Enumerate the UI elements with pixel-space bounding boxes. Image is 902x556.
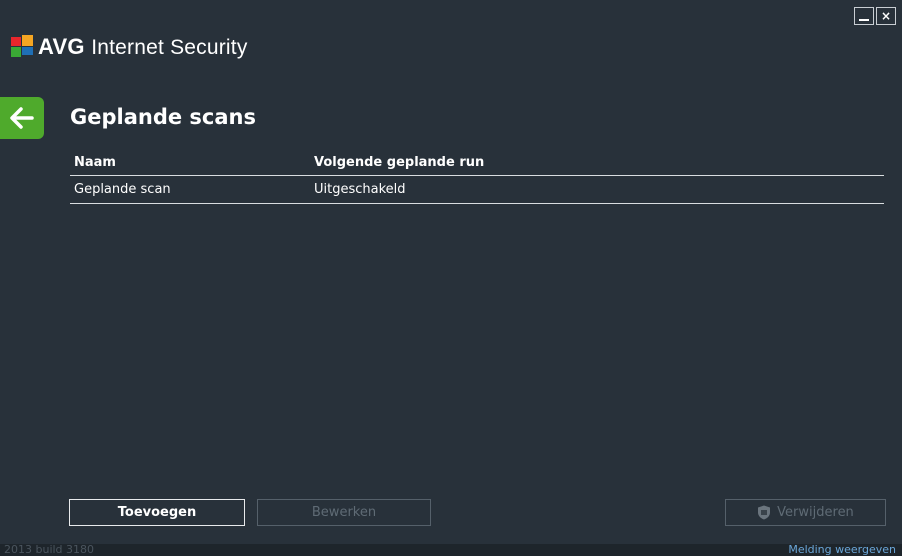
add-button[interactable]: Toevoegen <box>69 499 245 526</box>
page-title: Geplande scans <box>70 105 256 129</box>
table-row[interactable]: Geplande scan Uitgeschakeld <box>70 176 884 204</box>
scheduled-scans-table: Naam Volgende geplande run Geplande scan… <box>70 149 884 204</box>
cell-scan-name: Geplande scan <box>74 182 171 197</box>
close-icon: × <box>880 9 892 23</box>
close-button[interactable]: × <box>876 7 896 25</box>
column-header-next-run[interactable]: Volgende geplande run <box>314 155 884 170</box>
shield-icon <box>758 505 771 520</box>
app-brand: AVG <box>38 34 85 59</box>
delete-button-label: Verwijderen <box>777 505 854 520</box>
table-header: Naam Volgende geplande run <box>70 149 884 176</box>
minimize-icon <box>859 19 869 21</box>
app-title: AVG Internet Security <box>38 34 248 60</box>
app-product-name: Internet Security <box>91 36 248 59</box>
show-notification-link[interactable]: Melding weergeven <box>788 544 896 556</box>
delete-button[interactable]: Verwijderen <box>725 499 886 526</box>
edit-button[interactable]: Bewerken <box>257 499 431 526</box>
cell-next-run: Uitgeschakeld <box>314 182 406 197</box>
back-button[interactable] <box>0 97 44 139</box>
build-version: 2013 build 3180 <box>4 543 95 556</box>
arrow-left-icon <box>10 107 34 129</box>
app-window: × AVG Internet Security Geplande scans N… <box>0 0 902 556</box>
column-header-name[interactable]: Naam <box>70 155 314 170</box>
avg-logo-icon <box>11 35 33 57</box>
minimize-button[interactable] <box>854 7 874 25</box>
window-controls: × <box>854 7 896 25</box>
status-bar <box>0 544 902 556</box>
